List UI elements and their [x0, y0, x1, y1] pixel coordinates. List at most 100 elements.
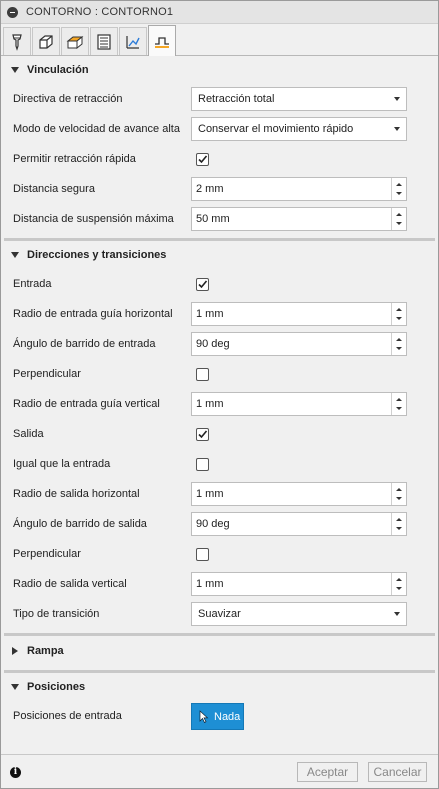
- expanded-arrow-icon: [11, 252, 19, 258]
- spinner-buttons[interactable]: [391, 513, 406, 535]
- section-leads-header[interactable]: Direcciones y transiciones: [1, 241, 438, 269]
- spinner-buttons[interactable]: [391, 483, 406, 505]
- safe-distance-row: Distancia segura 2 mm: [1, 174, 438, 204]
- high-feed-mode-row: Modo de velocidad de avance alta Conserv…: [1, 114, 438, 144]
- passes-icon: [97, 33, 111, 50]
- same-as-lead-in-checkbox[interactable]: [196, 458, 209, 471]
- linking-transitions-icon: [155, 37, 169, 48]
- retract-policy-label: Directiva de retracción: [13, 93, 123, 105]
- max-stay-down-value: 50 mm: [196, 213, 230, 225]
- safe-distance-label: Distancia segura: [13, 183, 95, 195]
- tab-linking-transitions[interactable]: [148, 25, 176, 56]
- spin-down-icon[interactable]: [396, 497, 402, 500]
- same-as-lead-in-label: Igual que la entrada: [13, 458, 111, 470]
- spin-up-icon[interactable]: [396, 518, 402, 521]
- section-title: Direcciones y transiciones: [27, 249, 167, 261]
- allow-rapid-retract-checkbox[interactable]: [196, 153, 209, 166]
- lead-out-perp-checkbox[interactable]: [196, 548, 209, 561]
- lead-in-h-radius-input[interactable]: 1 mm: [191, 302, 407, 326]
- checkmark-icon: [198, 280, 208, 289]
- allow-rapid-retract-label: Permitir retracción rápida: [13, 153, 136, 165]
- geometry-icon: [39, 34, 53, 49]
- spin-down-icon[interactable]: [396, 407, 402, 410]
- spinner-buttons[interactable]: [391, 303, 406, 325]
- lead-in-perp-checkbox[interactable]: [196, 368, 209, 381]
- section-linking-header[interactable]: Vinculación: [1, 56, 438, 84]
- collapsed-arrow-icon: [12, 647, 18, 655]
- lead-in-v-radius-input[interactable]: 1 mm: [191, 392, 407, 416]
- section-linking: Vinculación Directiva de retracción Retr…: [1, 56, 438, 241]
- max-stay-down-label: Distancia de suspensión máxima: [13, 213, 174, 225]
- lead-in-h-radius-row: Radio de entrada guía horizontal 1 mm: [1, 299, 438, 329]
- spin-up-icon[interactable]: [396, 183, 402, 186]
- section-ramp: Rampa: [1, 636, 438, 673]
- spin-up-icon[interactable]: [396, 213, 402, 216]
- spinner-buttons[interactable]: [391, 208, 406, 230]
- ok-button[interactable]: Aceptar: [297, 762, 358, 782]
- spinner-buttons[interactable]: [391, 333, 406, 355]
- tab-bar: [1, 24, 438, 56]
- spin-up-icon[interactable]: [396, 578, 402, 581]
- spin-up-icon[interactable]: [396, 398, 402, 401]
- safe-distance-value: 2 mm: [196, 183, 224, 195]
- high-feed-mode-select[interactable]: Conservar el movimiento rápido: [191, 117, 407, 141]
- lead-out-checkbox[interactable]: [196, 428, 209, 441]
- linking-icon: [126, 35, 140, 49]
- lead-out-row: Salida: [1, 419, 438, 449]
- lead-out-h-radius-input[interactable]: 1 mm: [191, 482, 407, 506]
- spin-down-icon[interactable]: [396, 527, 402, 530]
- lead-out-h-radius-value: 1 mm: [196, 488, 224, 500]
- tab-heights[interactable]: [61, 27, 89, 55]
- safe-distance-input[interactable]: 2 mm: [191, 177, 407, 201]
- pointer-cursor-icon: [199, 710, 209, 723]
- lead-out-label: Salida: [13, 428, 44, 440]
- tab-tool[interactable]: [3, 27, 31, 55]
- spin-down-icon[interactable]: [396, 192, 402, 195]
- transition-type-row: Tipo de transición Suavizar: [1, 599, 438, 629]
- spin-down-icon[interactable]: [396, 347, 402, 350]
- entry-positions-select-button[interactable]: Nada: [191, 703, 244, 730]
- spin-up-icon[interactable]: [396, 488, 402, 491]
- spinner-buttons[interactable]: [391, 393, 406, 415]
- lead-out-sweep-row: Ángulo de barrido de salida 90 deg: [1, 509, 438, 539]
- entry-positions-label: Posiciones de entrada: [13, 710, 122, 722]
- lead-out-sweep-input[interactable]: 90 deg: [191, 512, 407, 536]
- heights-icon: [66, 35, 84, 49]
- spinner-buttons[interactable]: [391, 573, 406, 595]
- section-positions-header[interactable]: Posiciones: [1, 673, 438, 701]
- retract-policy-select[interactable]: Retracción total: [191, 87, 407, 111]
- spin-down-icon[interactable]: [396, 587, 402, 590]
- lead-in-row: Entrada: [1, 269, 438, 299]
- spin-up-icon[interactable]: [396, 308, 402, 311]
- max-stay-down-row: Distancia de suspensión máxima 50 mm: [1, 204, 438, 234]
- info-icon[interactable]: i: [10, 767, 21, 778]
- transition-type-value: Suavizar: [198, 608, 241, 620]
- lead-out-v-radius-input[interactable]: 1 mm: [191, 572, 407, 596]
- lead-out-sweep-label: Ángulo de barrido de salida: [13, 518, 147, 530]
- max-stay-down-input[interactable]: 50 mm: [191, 207, 407, 231]
- tab-passes[interactable]: [90, 27, 118, 55]
- lead-out-v-radius-value: 1 mm: [196, 578, 224, 590]
- checkmark-icon: [198, 155, 208, 164]
- spin-down-icon[interactable]: [396, 222, 402, 225]
- dialog-footer: i Aceptar Cancelar: [1, 754, 438, 788]
- spinner-buttons[interactable]: [391, 178, 406, 200]
- collapse-icon[interactable]: [7, 6, 18, 18]
- lead-in-checkbox[interactable]: [196, 278, 209, 291]
- cancel-button[interactable]: Cancelar: [368, 762, 427, 782]
- section-ramp-header[interactable]: Rampa: [1, 636, 438, 666]
- transition-type-select[interactable]: Suavizar: [191, 602, 407, 626]
- section-title: Rampa: [27, 645, 64, 657]
- lead-in-sweep-input[interactable]: 90 deg: [191, 332, 407, 356]
- spin-down-icon[interactable]: [396, 317, 402, 320]
- tab-geometry[interactable]: [32, 27, 60, 55]
- spin-up-icon[interactable]: [396, 338, 402, 341]
- lead-out-perp-row: Perpendicular: [1, 539, 438, 569]
- lead-in-h-radius-label: Radio de entrada guía horizontal: [13, 308, 173, 320]
- retract-policy-value: Retracción total: [198, 93, 275, 105]
- tab-linking[interactable]: [119, 27, 147, 55]
- lead-in-v-radius-row: Radio de entrada guía vertical 1 mm: [1, 389, 438, 419]
- lead-in-h-radius-value: 1 mm: [196, 308, 224, 320]
- title-bar[interactable]: CONTORNO : CONTORNO1: [1, 1, 438, 24]
- high-feed-mode-value: Conservar el movimiento rápido: [198, 123, 354, 135]
